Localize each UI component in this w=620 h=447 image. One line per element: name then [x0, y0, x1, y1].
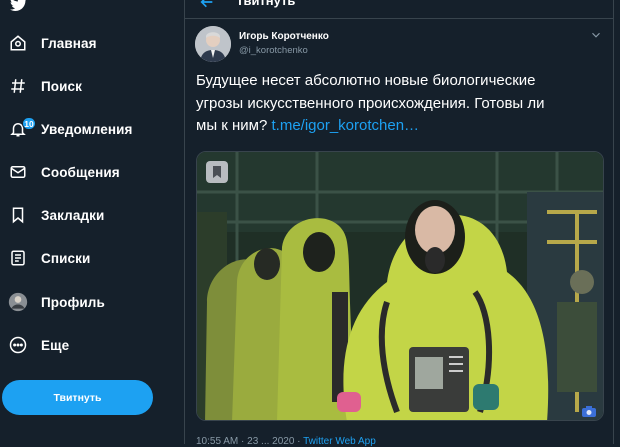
tweet-text-fragment: мы к ним? [196, 117, 268, 134]
envelope-icon [8, 162, 28, 182]
list-icon [8, 248, 28, 268]
tweet-timestamp[interactable]: 10:55 AM · 23 ... 2020 · [196, 436, 301, 447]
twitter-bird-icon[interactable] [8, 0, 28, 14]
bookmark-icon[interactable] [206, 161, 228, 183]
tweet-text: Будущее несет абсолютно новые биологичес… [196, 70, 606, 138]
sidebar-item-label: Еще [41, 337, 70, 353]
sidebar-item-logo[interactable] [0, 0, 170, 22]
main-column: Твитнуть Игорь Коротченко @i_korotchenko… [184, 0, 614, 447]
tweet-button[interactable]: Твитнуть [2, 380, 153, 415]
sidebar-item-label: Закладки [41, 207, 105, 223]
tweet-text-line: Будущее несет абсолютно новые биологичес… [196, 72, 536, 89]
more-icon [8, 335, 28, 355]
sidebar-item-notifications[interactable]: 10 Уведомления [0, 111, 170, 147]
sidebar-item-profile[interactable]: Профиль [0, 284, 170, 320]
hashtag-icon [8, 76, 28, 96]
sidebar: Главная Поиск 10 Уведомления Сообщения З… [0, 0, 184, 444]
tweet-text-line: мы к ним? t.me/igor_korotchen… [196, 115, 606, 138]
sidebar-item-home[interactable]: Главная [0, 25, 170, 61]
bell-icon: 10 [8, 117, 36, 139]
camera-icon [582, 404, 596, 417]
avatar-icon [8, 292, 28, 312]
sidebar-item-messages[interactable]: Сообщения [0, 154, 170, 190]
sidebar-item-label: Поиск [41, 78, 83, 94]
tweet-link[interactable]: t.me/igor_korotchen… [271, 117, 419, 134]
sidebar-item-label: Главная [41, 35, 97, 51]
tweet-meta: 10:55 AM · 23 ... 2020 · Twitter Web App [196, 436, 376, 447]
author-handle[interactable]: @i_korotchenko [239, 45, 308, 56]
sidebar-item-label: Уведомления [41, 121, 133, 137]
back-arrow-icon[interactable] [199, 0, 215, 10]
bookmark-icon [8, 205, 28, 225]
sidebar-item-label: Списки [41, 250, 91, 266]
page-title: Твитнуть [236, 0, 296, 8]
tweet-source[interactable]: Twitter Web App [303, 436, 376, 447]
hazmat-photo [197, 152, 603, 420]
notification-badge: 10 [22, 117, 36, 130]
chevron-down-icon[interactable] [589, 28, 603, 42]
tweet-media[interactable] [196, 151, 604, 421]
sidebar-item-explore[interactable]: Поиск [0, 68, 170, 104]
page-header: Твитнуть [185, 0, 613, 19]
tweet-text-line: угрозы искусственного происхождения. Гот… [196, 94, 545, 112]
sidebar-item-bookmarks[interactable]: Закладки [0, 197, 170, 233]
author-name[interactable]: Игорь Коротченко [239, 31, 329, 42]
sidebar-item-more[interactable]: Еще [0, 327, 170, 363]
author-avatar[interactable] [195, 26, 231, 62]
sidebar-item-label: Профиль [41, 294, 105, 310]
home-icon [8, 33, 28, 53]
sidebar-item-label: Сообщения [41, 164, 120, 180]
sidebar-item-lists[interactable]: Списки [0, 240, 170, 276]
